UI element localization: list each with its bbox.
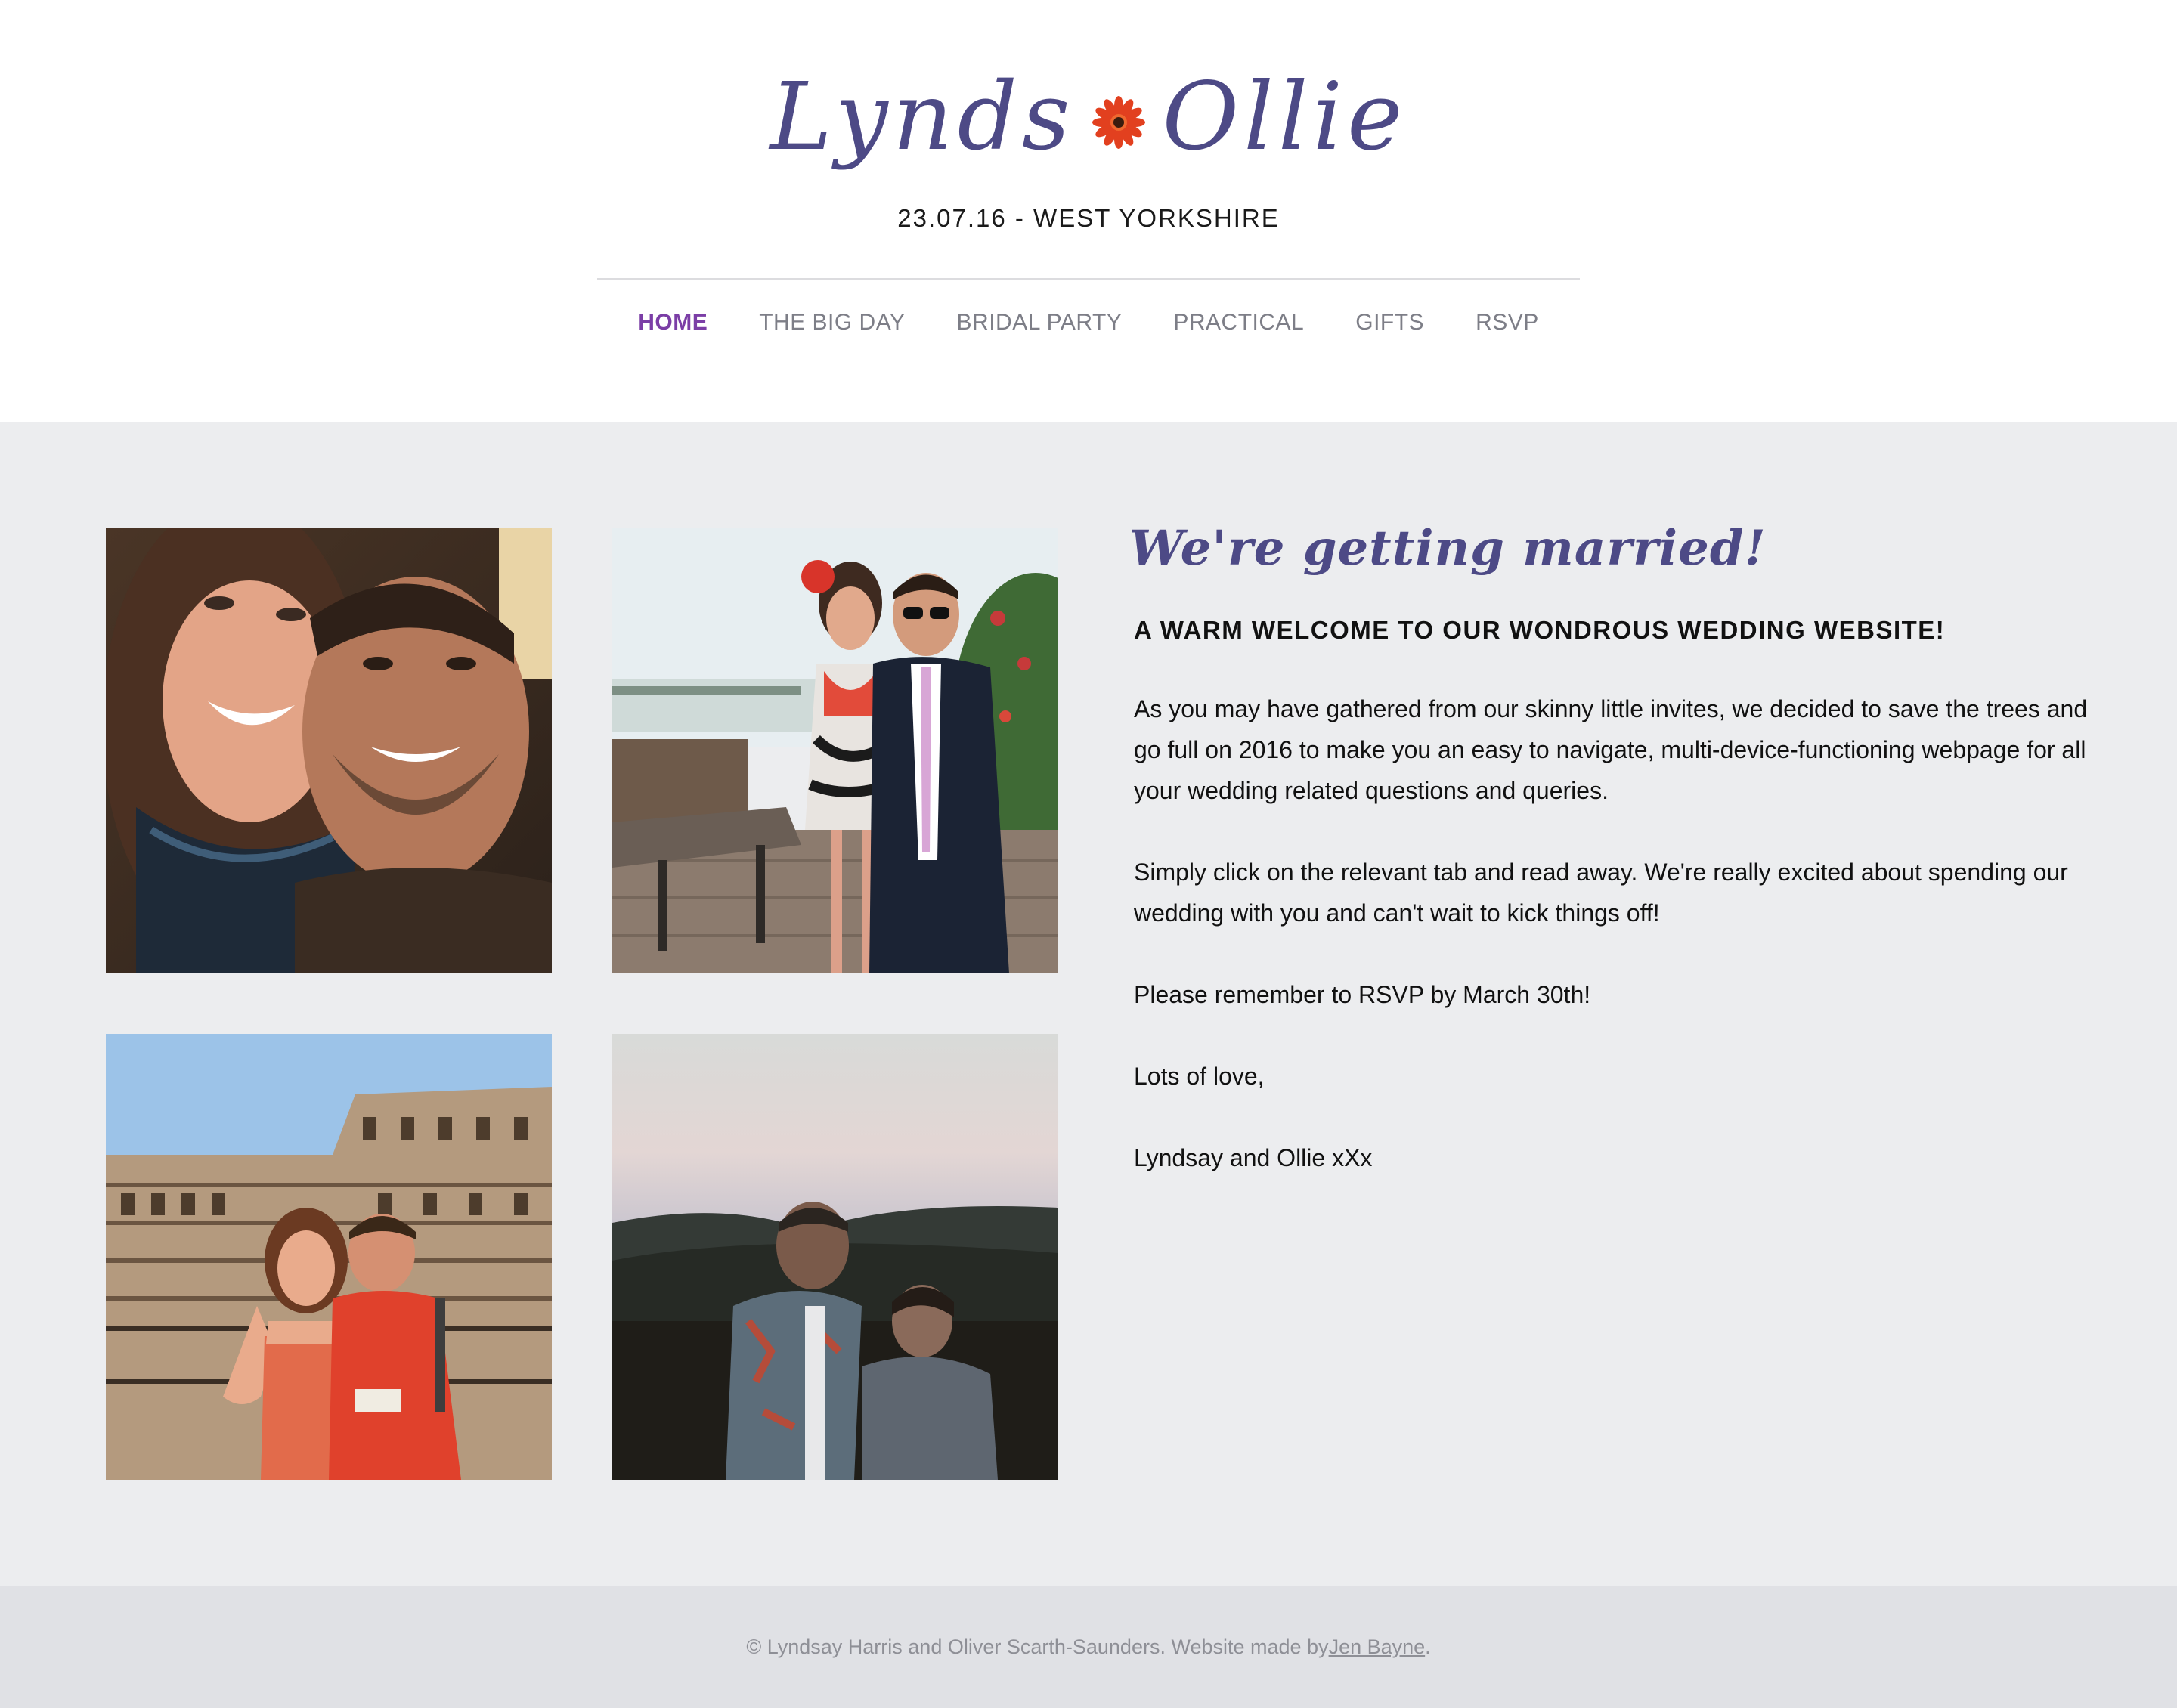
signature: Lyndsay and Ollie xXx [1134, 1144, 1373, 1171]
photo-couple-colosseum [106, 1034, 552, 1480]
page-title: We're getting married! [1129, 520, 1767, 577]
photo-couple-patio [612, 528, 1058, 973]
nav-item-practical[interactable]: PRACTICAL [1173, 310, 1304, 336]
sign-off: Lots of love, [1134, 1063, 1265, 1090]
site-logo[interactable]: Lynds Ollie [0, 53, 2177, 181]
logo-left-name: Lynds [770, 63, 1075, 172]
nav-item-rsvp[interactable]: RSVP [1476, 310, 1539, 336]
footer-credit-link[interactable]: Jen Bayne [1329, 1635, 1426, 1659]
welcome-subheading: A WARM WELCOME TO OUR WONDROUS WEDDING W… [1134, 616, 1946, 644]
site-footer: © Lyndsay Harris and Oliver Scarth-Saund… [0, 1586, 2177, 1708]
intro-paragraph: As you may have gathered from our skinny… [1134, 695, 2088, 804]
instructions-paragraph: Simply click on the relevant tab and rea… [1134, 859, 2068, 927]
rsvp-reminder: Please remember to RSVP by March 30th! [1134, 981, 1591, 1008]
main-nav: HOME THE BIG DAY BRIDAL PARTY PRACTICAL … [0, 310, 2177, 336]
gerbera-flower-icon [1092, 96, 1145, 149]
welcome-text-column: We're getting married! A WARM WELCOME TO… [1129, 520, 2117, 1219]
nav-item-gifts[interactable]: GIFTS [1355, 310, 1424, 336]
header-divider [597, 278, 1580, 280]
logo-right-name: Ollie [1162, 63, 1407, 172]
nav-item-the-big-day[interactable]: THE BIG DAY [759, 310, 905, 336]
wedding-date-location: 23.07.16 - WEST YORKSHIRE [897, 204, 1280, 232]
nav-item-home[interactable]: HOME [638, 310, 708, 336]
photo-couple-selfie [106, 528, 552, 973]
main-content: We're getting married! A WARM WELCOME TO… [0, 422, 2177, 1586]
footer-copyright: © Lyndsay Harris and Oliver Scarth-Saund… [746, 1635, 1329, 1658]
site-header: Lynds Ollie 23.07.16 - WEST YORKSHIRE HO… [0, 0, 2177, 422]
nav-item-bridal-party[interactable]: BRIDAL PARTY [957, 310, 1123, 336]
footer-period: . [1425, 1635, 1431, 1658]
photo-couple-hills [612, 1034, 1058, 1480]
